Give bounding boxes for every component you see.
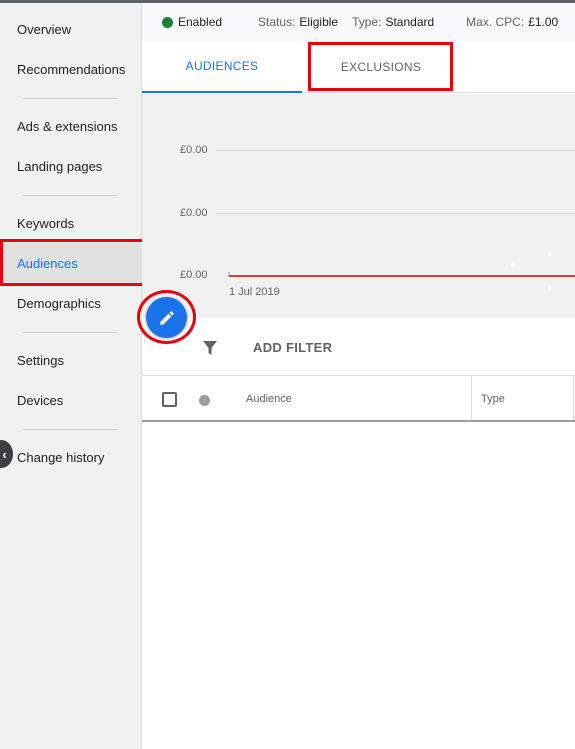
- sidebar-item-recommendations[interactable]: Recommendations: [0, 49, 142, 89]
- column-separator: [471, 376, 472, 420]
- status-column-dot-icon: [199, 395, 210, 406]
- chevron-left-icon: ‹: [2, 446, 7, 462]
- type-label: Type:: [352, 15, 382, 29]
- nav-divider: [22, 98, 117, 99]
- enabled-status[interactable]: Enabled: [178, 15, 222, 29]
- enabled-status-dot-icon: [162, 16, 173, 28]
- sidebar-item-audiences[interactable]: Audiences: [0, 243, 142, 283]
- sidebar-item-devices[interactable]: Devices: [0, 380, 142, 420]
- chart-series-svg: [228, 252, 575, 290]
- performance-chart: £0.00 £0.00 £0.00 1 Jul 2019: [142, 94, 575, 318]
- select-all-checkbox[interactable]: [162, 392, 177, 407]
- max-cpc-label: Max. CPC:: [466, 15, 525, 29]
- filter-bar: ADD FILTER: [142, 319, 575, 376]
- sidebar-nav: Overview Recommendations Ads & extension…: [0, 3, 142, 749]
- main-content: Enabled Status: Eligible Type: Standard …: [142, 3, 575, 749]
- pencil-icon: [159, 310, 174, 325]
- sidebar-item-landing-pages[interactable]: Landing pages: [0, 146, 142, 186]
- edit-fab-button[interactable]: [146, 297, 187, 338]
- tab-exclusions[interactable]: EXCLUSIONS: [310, 41, 452, 93]
- sidebar-item-demographics[interactable]: Demographics: [0, 283, 142, 323]
- table-header: Audience Type: [142, 376, 575, 422]
- nav-divider: [22, 195, 117, 196]
- status-value: Eligible: [299, 15, 339, 29]
- type-value: Standard: [385, 15, 435, 29]
- sidebar-item-ads-extensions[interactable]: Ads & extensions: [0, 106, 142, 146]
- chart-point: [511, 263, 515, 267]
- tab-audiences[interactable]: AUDIENCES: [142, 41, 302, 93]
- sidebar-item-settings[interactable]: Settings: [0, 340, 142, 380]
- x-tick-label: 1 Jul 2019: [229, 286, 280, 298]
- column-header-audience[interactable]: Audience: [246, 393, 292, 405]
- nav-divider: [22, 332, 117, 333]
- filter-icon[interactable]: [202, 340, 218, 356]
- sidebar-item-change-history[interactable]: Change history: [0, 437, 142, 477]
- nav-divider: [22, 429, 117, 430]
- campaign-status-bar: Enabled Status: Eligible Type: Standard …: [142, 3, 575, 41]
- column-separator: [573, 376, 574, 420]
- sidebar-item-overview[interactable]: Overview: [0, 9, 142, 49]
- column-header-type[interactable]: Type: [481, 393, 505, 405]
- chart-point: [548, 286, 552, 290]
- tab-bar: AUDIENCES EXCLUSIONS: [142, 41, 575, 93]
- chart-point: [548, 252, 552, 256]
- add-filter-button[interactable]: ADD FILTER: [253, 340, 332, 355]
- max-cpc-value[interactable]: £1.00: [528, 15, 558, 29]
- status-label: Status:: [258, 15, 296, 29]
- sidebar-item-keywords[interactable]: Keywords: [0, 203, 142, 243]
